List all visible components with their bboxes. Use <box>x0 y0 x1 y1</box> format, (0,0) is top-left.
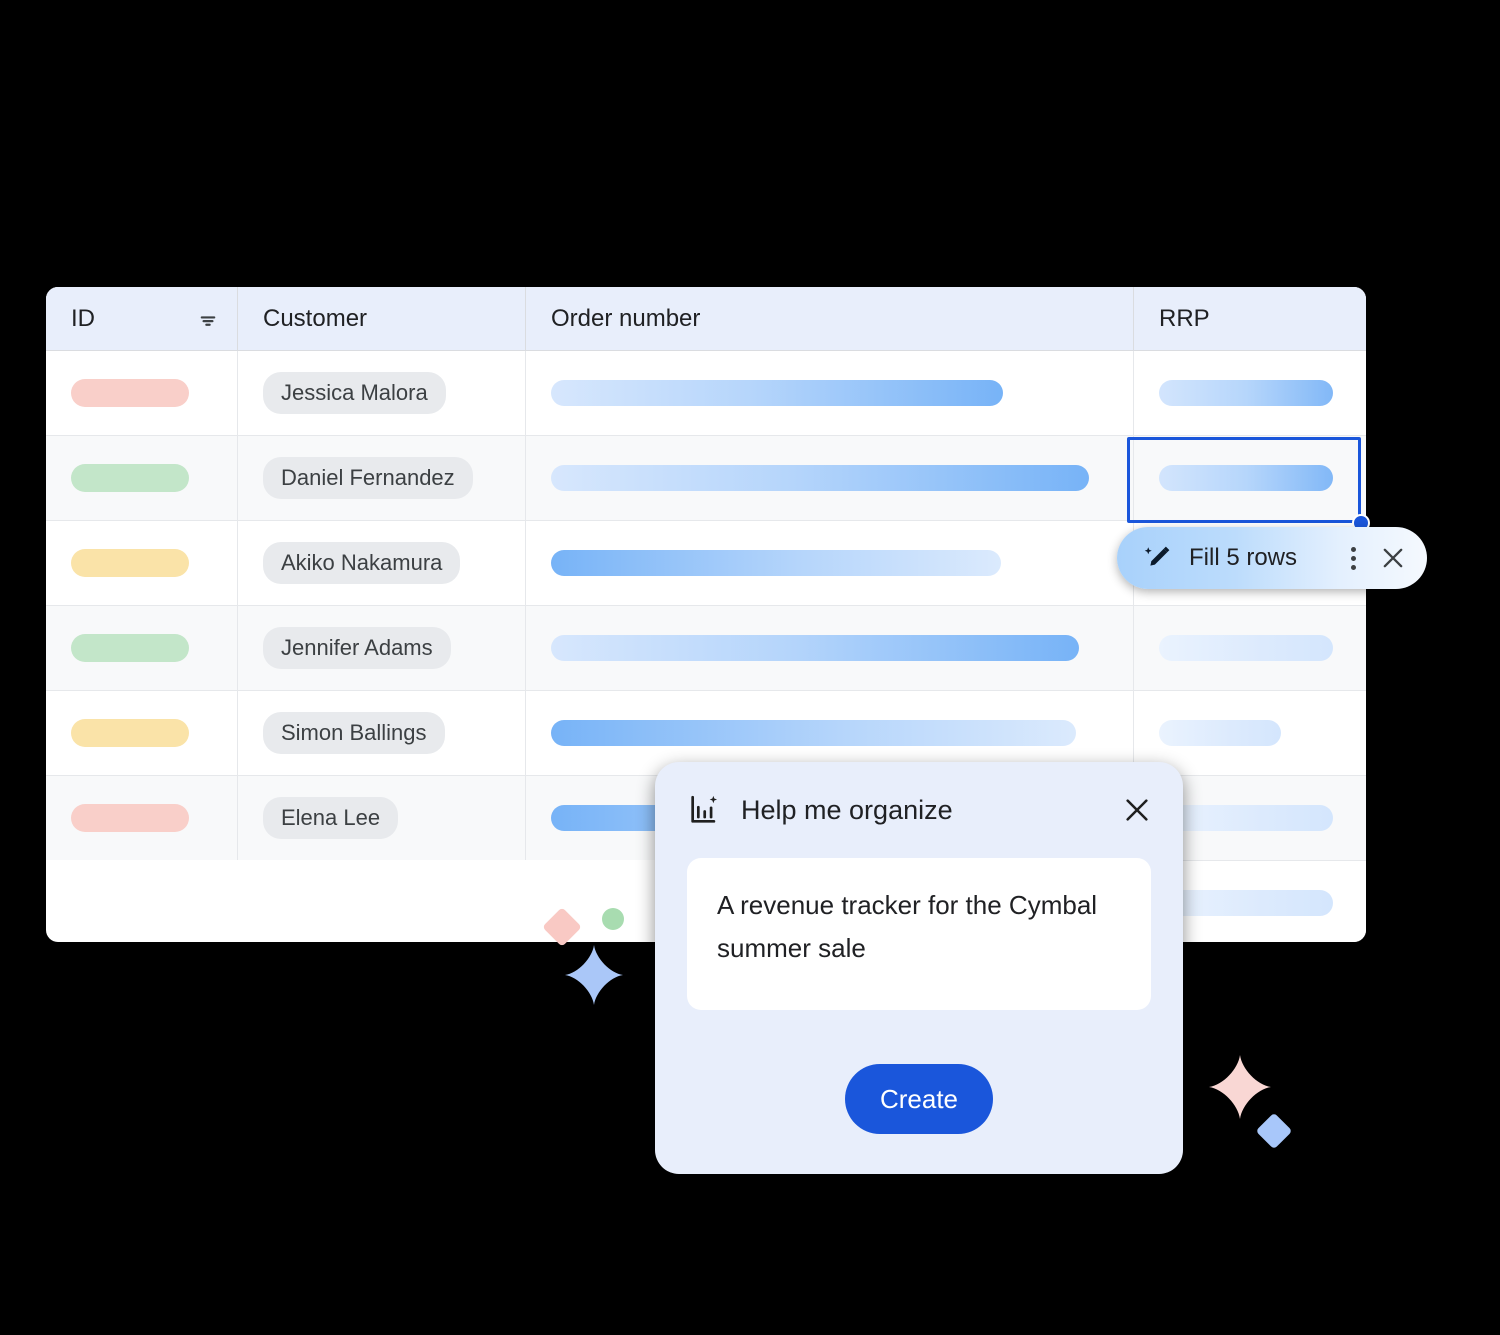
cell-customer[interactable]: Simon Ballings <box>238 691 526 775</box>
column-header-rrp[interactable]: RRP <box>1134 287 1366 350</box>
column-header-order-number[interactable]: Order number <box>526 287 1134 350</box>
rrp-bar <box>1159 890 1333 916</box>
blue-sparkle-icon <box>563 944 625 1011</box>
order-number-bar <box>551 465 1089 491</box>
cell-order-number[interactable] <box>526 351 1134 435</box>
cell-customer[interactable]: Jessica Malora <box>238 351 526 435</box>
customer-name-chip: Jessica Malora <box>263 372 446 414</box>
column-header-id[interactable]: ID <box>46 287 238 350</box>
id-color-pill <box>71 719 189 747</box>
rrp-bar <box>1159 380 1333 406</box>
customer-name-chip: Akiko Nakamura <box>263 542 461 584</box>
cell-id[interactable] <box>46 776 238 860</box>
id-color-pill <box>71 634 189 662</box>
cell-id[interactable] <box>46 521 238 605</box>
column-header-label: Customer <box>263 304 368 332</box>
id-color-pill <box>71 549 189 577</box>
cell-customer[interactable]: Daniel Fernandez <box>238 436 526 520</box>
order-number-bar <box>551 635 1079 661</box>
column-header-customer[interactable]: Customer <box>238 287 526 350</box>
cell-customer[interactable]: Elena Lee <box>238 776 526 860</box>
customer-name-chip: Simon Ballings <box>263 712 445 754</box>
cell-order-number[interactable] <box>526 436 1134 520</box>
column-header-label: Order number <box>551 304 701 332</box>
prompt-input[interactable]: A revenue tracker for the Cymbal summer … <box>687 858 1151 1010</box>
pink-sparkle-icon <box>1207 1054 1273 1125</box>
cell-order-number[interactable] <box>526 606 1134 690</box>
rrp-bar <box>1159 720 1281 746</box>
cell-id[interactable] <box>46 351 238 435</box>
chart-sparkle-icon <box>687 793 721 827</box>
id-color-pill <box>71 464 189 492</box>
cell-id[interactable] <box>46 606 238 690</box>
order-number-bar <box>551 380 1003 406</box>
close-icon[interactable] <box>1121 794 1153 826</box>
cell-rrp[interactable] <box>1134 351 1366 435</box>
order-number-bar <box>551 720 1076 746</box>
table-row[interactable]: Daniel Fernandez <box>46 436 1366 521</box>
cell-rrp[interactable] <box>1134 606 1366 690</box>
cell-order-number[interactable] <box>526 521 1134 605</box>
filter-icon[interactable] <box>197 309 219 338</box>
dialog-header: Help me organize <box>655 762 1183 858</box>
dialog-title: Help me organize <box>741 794 953 825</box>
green-dot-icon <box>602 908 624 930</box>
id-color-pill <box>71 804 189 832</box>
customer-name-chip: Jennifer Adams <box>263 627 451 669</box>
column-header-label: ID <box>71 304 95 332</box>
table-row[interactable]: Jennifer Adams <box>46 606 1366 691</box>
cell-rrp[interactable] <box>1134 436 1366 520</box>
customer-name-chip: Elena Lee <box>263 797 399 839</box>
more-vert-icon[interactable] <box>1341 546 1365 570</box>
id-color-pill <box>71 379 189 407</box>
close-icon[interactable] <box>1379 544 1407 572</box>
cell-customer[interactable] <box>238 861 526 942</box>
cell-id[interactable] <box>46 436 238 520</box>
screenshot-root: Summer sale revenue <box>0 0 1500 1335</box>
cell-customer[interactable]: Jennifer Adams <box>238 606 526 690</box>
rrp-bar <box>1159 635 1333 661</box>
fill-suggestion-pill[interactable]: Fill 5 rows <box>1117 527 1427 589</box>
create-button[interactable]: Create <box>845 1064 993 1134</box>
rrp-bar <box>1159 805 1333 831</box>
table-row[interactable]: Jessica Malora <box>46 351 1366 436</box>
table-header-row: ID Customer Order number RRP <box>46 287 1366 351</box>
rrp-bar <box>1159 465 1333 491</box>
magic-wand-icon <box>1143 543 1173 573</box>
cell-customer[interactable]: Akiko Nakamura <box>238 521 526 605</box>
customer-name-chip: Daniel Fernandez <box>263 457 473 499</box>
cell-id[interactable] <box>46 861 238 942</box>
help-me-organize-dialog: Help me organize A revenue tracker for t… <box>655 762 1183 1174</box>
app-header: Summer sale revenue <box>0 160 1500 412</box>
order-number-bar <box>551 550 1001 576</box>
fill-suggestion-label: Fill 5 rows <box>1189 544 1298 571</box>
cell-id[interactable] <box>46 691 238 775</box>
column-header-label: RRP <box>1159 304 1210 332</box>
